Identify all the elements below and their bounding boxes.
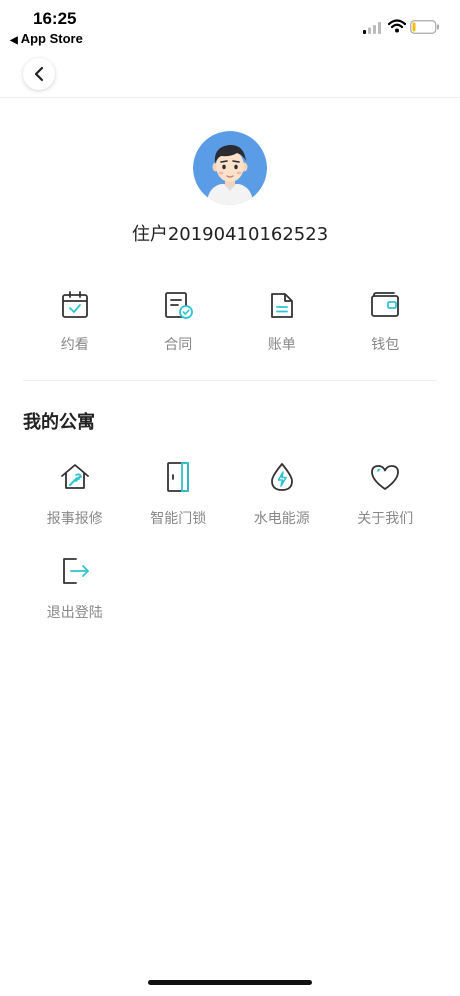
- grid-item-utilities[interactable]: 水电能源: [230, 460, 334, 554]
- cellular-signal-icon: [363, 22, 381, 34]
- apartment-grid: 报事报修 智能门锁 水电能源 关于我们 退出登陆: [23, 460, 437, 648]
- heart-icon: [368, 460, 402, 494]
- username: 住户20190410162523: [131, 224, 329, 245]
- grid-item-label: 退出登陆: [46, 605, 103, 621]
- wifi-icon: [388, 19, 406, 33]
- contract-check-icon: [161, 288, 195, 322]
- quick-action-contract[interactable]: 合同: [127, 288, 231, 360]
- grid-item-label: 关于我们: [357, 511, 414, 527]
- grid-item-label: 水电能源: [253, 511, 310, 527]
- grid-item-label: 报事报修: [46, 511, 103, 527]
- quick-action-appointment[interactable]: 约看: [23, 288, 127, 360]
- nav-bar: [0, 52, 460, 98]
- quick-action-wallet[interactable]: 钱包: [334, 288, 438, 360]
- quick-action-label: 账单: [267, 337, 296, 353]
- wallet-icon: [368, 288, 402, 322]
- status-bar: 16:25 ◀ App Store: [0, 0, 460, 52]
- quick-actions: 约看 合同 账单 钱包: [23, 288, 437, 360]
- grid-item-repair[interactable]: 报事报修: [23, 460, 127, 554]
- grid-item-label: 智能门锁: [150, 511, 207, 527]
- back-to-app-link[interactable]: ◀ App Store: [10, 31, 83, 46]
- avatar[interactable]: [193, 131, 267, 205]
- divider: [23, 380, 437, 381]
- quick-action-bill[interactable]: 账单: [230, 288, 334, 360]
- chevron-left-icon: [34, 66, 44, 82]
- section-title-my-apartment: 我的公寓: [23, 412, 95, 433]
- quick-action-label: 合同: [164, 337, 193, 353]
- grid-item-logout[interactable]: 退出登陆: [23, 554, 127, 648]
- house-wrench-icon: [58, 460, 92, 494]
- door-lock-icon: [161, 460, 195, 494]
- grid-item-about-us[interactable]: 关于我们: [334, 460, 438, 554]
- water-energy-icon: [265, 460, 299, 494]
- back-triangle-icon: ◀: [10, 35, 18, 46]
- back-app-label: App Store: [20, 31, 83, 46]
- bill-document-icon: [265, 288, 299, 322]
- user-avatar-icon: [193, 131, 267, 205]
- home-indicator[interactable]: [148, 980, 312, 985]
- battery-icon: [410, 20, 439, 34]
- grid-item-smart-lock[interactable]: 智能门锁: [127, 460, 231, 554]
- calendar-check-icon: [58, 288, 92, 322]
- back-button[interactable]: [23, 58, 55, 90]
- quick-action-label: 约看: [60, 337, 89, 353]
- status-time: 16:25: [33, 9, 77, 28]
- logout-icon: [58, 554, 92, 588]
- quick-action-label: 钱包: [371, 337, 400, 353]
